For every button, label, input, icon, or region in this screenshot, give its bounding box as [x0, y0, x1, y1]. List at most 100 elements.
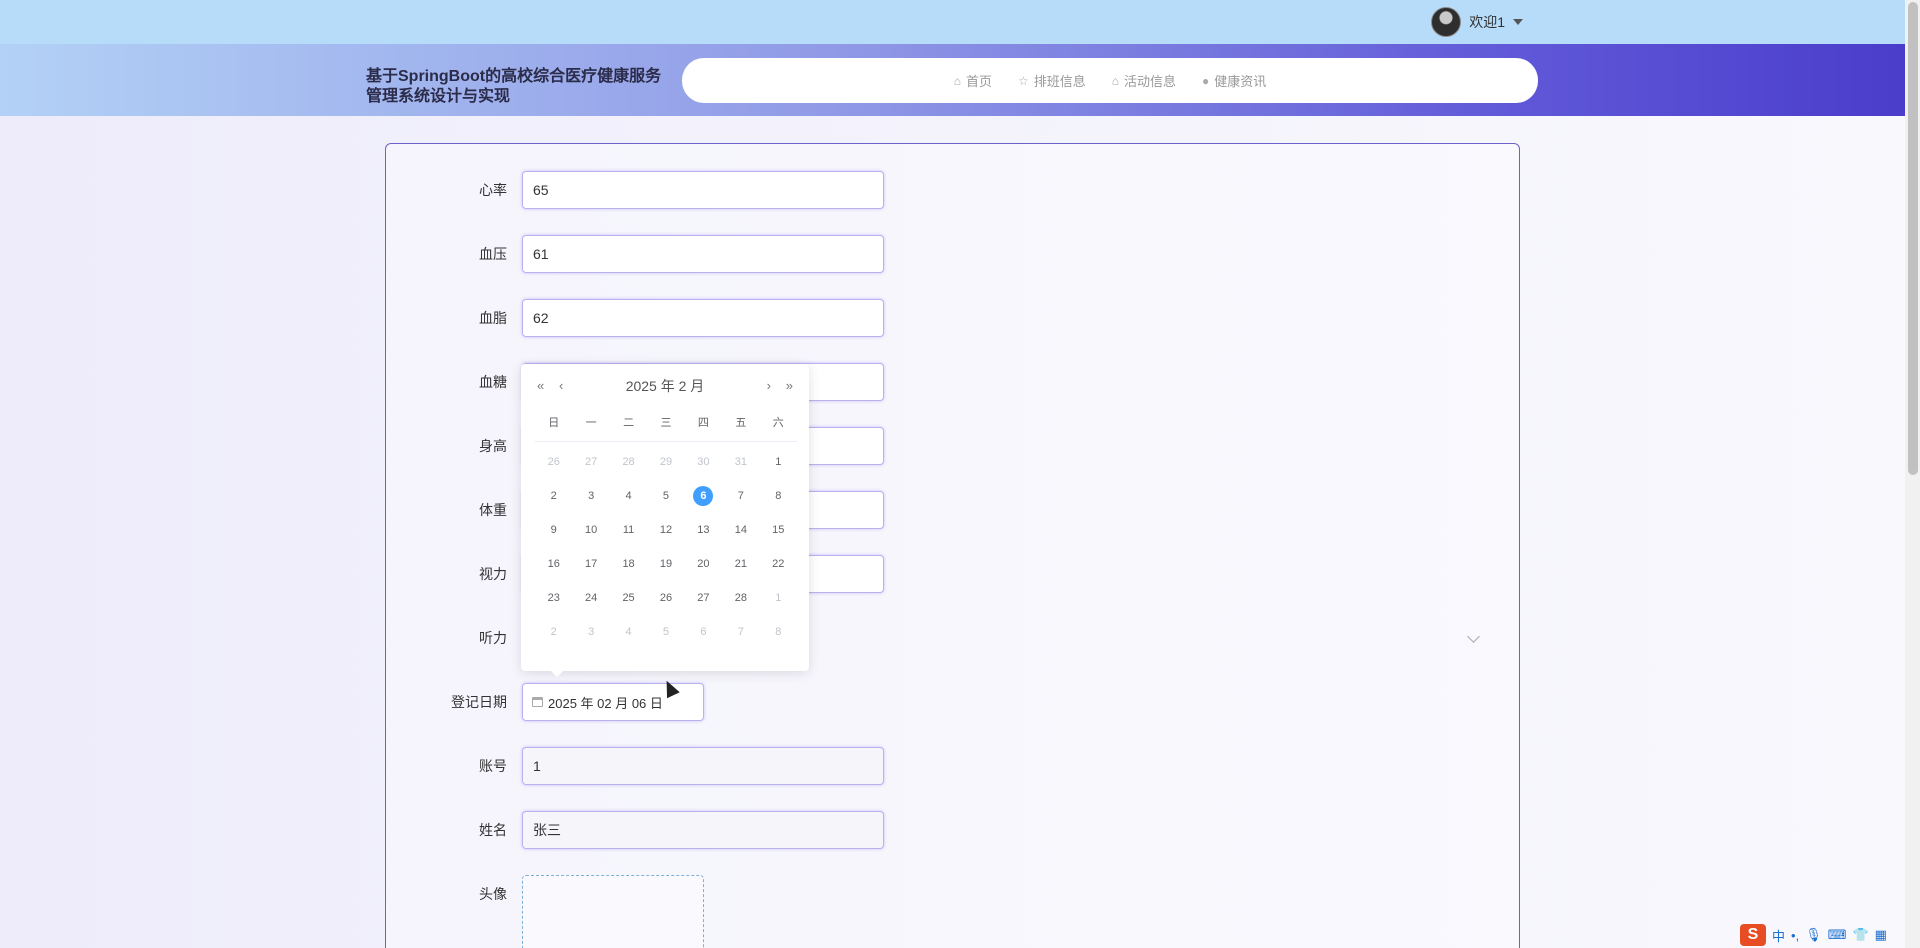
punctuation-icon[interactable]: •, — [1791, 928, 1799, 943]
account-input[interactable]: 1 — [522, 747, 884, 785]
date-cell[interactable]: 23 — [535, 588, 572, 622]
form-row-blood-lipid: 血脂 62 — [386, 299, 1519, 337]
date-cell[interactable]: 4 — [610, 622, 647, 656]
date-cell[interactable]: 26 — [535, 452, 572, 486]
date-picker-header: « ‹ 2025 年 2 月 › » — [521, 376, 809, 396]
date-cell[interactable]: 5 — [647, 622, 684, 656]
date-cell-label: 26 — [547, 456, 560, 468]
date-cell-label: 28 — [622, 456, 635, 468]
avatar[interactable] — [1431, 7, 1462, 37]
form-label: 账号 — [479, 758, 507, 774]
nav-item-health-news[interactable]: ● 健康资讯 — [1202, 71, 1266, 90]
date-cell-label: 16 — [547, 558, 560, 570]
date-cell[interactable]: 30 — [685, 452, 722, 486]
date-cell[interactable]: 19 — [647, 554, 684, 588]
form-label: 听力 — [479, 630, 507, 646]
date-cell[interactable]: 11 — [610, 520, 647, 554]
date-cell[interactable]: 7 — [722, 486, 759, 520]
date-cell[interactable]: 1 — [760, 588, 797, 622]
date-cell-label: 28 — [734, 592, 747, 604]
date-cell-label: 26 — [659, 592, 673, 604]
date-cell[interactable]: 10 — [572, 520, 609, 554]
nav-label: 首页 — [965, 74, 992, 89]
ime-lang[interactable]: 中 — [1772, 926, 1785, 945]
nav-item-schedule[interactable]: ☆ 排班信息 — [1018, 71, 1086, 90]
form-label: 心率 — [479, 182, 507, 198]
next-year-button[interactable]: » — [786, 376, 793, 396]
date-cell-label: 14 — [734, 524, 747, 536]
date-cell[interactable]: 22 — [760, 554, 797, 588]
date-cell[interactable]: 3 — [572, 622, 609, 656]
date-cell-label: 2 — [550, 626, 557, 638]
date-cell-label: 8 — [775, 490, 782, 502]
date-cell[interactable]: 7 — [722, 622, 759, 656]
date-cell-selected[interactable]: 6 — [685, 486, 722, 520]
ime-toolbar: S 中 •, 🎙 ⌨ 👕 ▦ — [1740, 922, 1905, 948]
date-cell[interactable]: 15 — [760, 520, 797, 554]
form-label: 头像 — [479, 886, 507, 902]
date-cell-label: 2 — [550, 490, 557, 502]
date-cell[interactable]: 24 — [572, 588, 609, 622]
date-cell[interactable]: 17 — [572, 554, 609, 588]
date-cell[interactable]: 16 — [535, 554, 572, 588]
date-cell[interactable]: 12 — [647, 520, 684, 554]
date-cell-label: 15 — [772, 524, 785, 536]
date-cell[interactable]: 13 — [685, 520, 722, 554]
date-cell[interactable]: 31 — [722, 452, 759, 486]
form-row-name: 姓名 张三 — [386, 811, 1519, 849]
nav-item-activity[interactable]: ⌂ 活动信息 — [1112, 71, 1176, 90]
date-cell[interactable]: 14 — [722, 520, 759, 554]
date-cell[interactable]: 27 — [685, 588, 722, 622]
date-cell-label: 5 — [662, 490, 670, 502]
blood-lipid-input[interactable]: 62 — [522, 299, 884, 337]
date-cell[interactable]: 6 — [685, 622, 722, 656]
date-cell-label: 7 — [737, 490, 744, 502]
date-cell-label: 23 — [547, 592, 560, 604]
date-cell[interactable]: 26 — [647, 588, 684, 622]
date-cell[interactable]: 9 — [535, 520, 572, 554]
scrollbar-thumb[interactable] — [1908, 2, 1918, 475]
date-cell-label: 21 — [734, 558, 747, 570]
page-scrollbar[interactable] — [1905, 0, 1920, 948]
form-label: 身高 — [479, 438, 507, 454]
date-cell-label: 3 — [588, 626, 595, 638]
date-cell[interactable]: 29 — [647, 452, 684, 486]
keyboard-icon[interactable]: ⌨ — [1828, 927, 1847, 943]
avatar-upload[interactable] — [522, 875, 704, 948]
next-month-button[interactable]: › — [767, 376, 771, 396]
date-cell[interactable]: 21 — [722, 554, 759, 588]
caret-down-icon[interactable] — [1513, 19, 1523, 25]
date-cell[interactable]: 5 — [647, 486, 684, 520]
star-icon: ☆ — [1017, 73, 1029, 88]
welcome-text[interactable]: 欢迎1 — [1469, 12, 1505, 32]
date-cell[interactable]: 25 — [610, 588, 647, 622]
name-input[interactable]: 张三 — [522, 811, 884, 849]
date-cell-label: 10 — [585, 524, 598, 536]
site-title: 基于SpringBoot的高校综合医疗健康服务管理系统设计与实现 — [366, 68, 662, 105]
date-cell[interactable]: 2 — [535, 622, 572, 656]
date-cell[interactable]: 3 — [572, 486, 609, 520]
blood-pressure-input[interactable]: 61 — [522, 235, 884, 273]
date-cell[interactable]: 20 — [685, 554, 722, 588]
date-cell-label: 27 — [585, 456, 598, 468]
date-cell[interactable]: 27 — [572, 452, 609, 486]
weekday-label: 日 — [548, 417, 560, 429]
skin-icon[interactable]: 👕 — [1852, 927, 1868, 943]
chevron-down-icon[interactable] — [1467, 630, 1480, 643]
nav-item-home[interactable]: ⌂ 首页 — [954, 71, 992, 90]
date-cell-label: 29 — [659, 456, 673, 468]
date-cell[interactable]: 18 — [610, 554, 647, 588]
date-cell[interactable]: 2 — [535, 486, 572, 520]
ime-logo-icon[interactable]: S — [1740, 924, 1766, 946]
date-cell[interactable]: 28 — [610, 452, 647, 486]
heart-rate-input[interactable]: 65 — [522, 171, 884, 209]
date-cell[interactable]: 8 — [760, 622, 797, 656]
date-cell[interactable]: 28 — [722, 588, 759, 622]
date-cell[interactable]: 1 — [760, 452, 797, 486]
header: 基于SpringBoot的高校综合医疗健康服务管理系统设计与实现 ⌂ 首页 ☆ … — [0, 44, 1905, 116]
date-cell[interactable]: 4 — [610, 486, 647, 520]
user-menu[interactable]: 欢迎1 — [1431, 7, 1523, 37]
microphone-icon[interactable]: 🎙 — [1805, 927, 1822, 943]
grid-icon[interactable]: ▦ — [1875, 927, 1887, 943]
date-cell[interactable]: 8 — [760, 486, 797, 520]
